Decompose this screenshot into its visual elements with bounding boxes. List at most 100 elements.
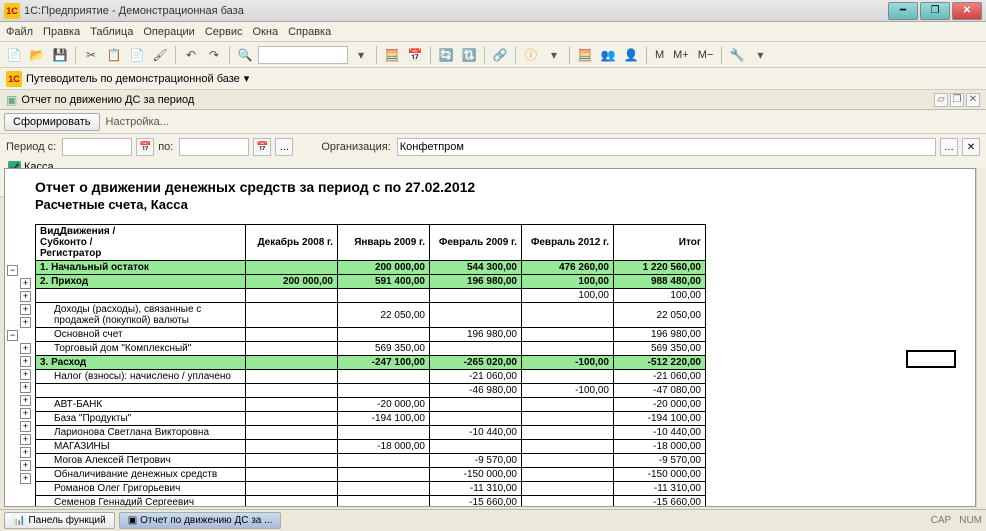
- calc2-icon[interactable]: 🧮: [575, 45, 595, 65]
- cut-icon[interactable]: ✂: [81, 45, 101, 65]
- cell: [522, 342, 614, 356]
- expand-icon[interactable]: +: [20, 317, 31, 328]
- expand-icon[interactable]: +: [20, 434, 31, 445]
- dropdown-icon[interactable]: ▾: [351, 45, 371, 65]
- cell: [522, 303, 614, 328]
- expand-icon[interactable]: −: [7, 330, 18, 341]
- menu-edit[interactable]: Правка: [43, 26, 80, 38]
- cell: [246, 468, 338, 482]
- calc-icon[interactable]: 🧮: [382, 45, 402, 65]
- redo-icon[interactable]: ↷: [204, 45, 224, 65]
- cell: 569 350,00: [338, 342, 430, 356]
- cube-icon: ▣: [6, 93, 17, 107]
- new-icon[interactable]: 📄: [4, 45, 24, 65]
- cell: [246, 342, 338, 356]
- table-row: Доходы (расходы), связанные с продажей (…: [36, 303, 706, 328]
- expand-icon[interactable]: +: [20, 447, 31, 458]
- report-task-button[interactable]: ▣Отчет по движению ДС за ...: [119, 512, 282, 529]
- menu-file[interactable]: Файл: [6, 26, 33, 38]
- link-icon[interactable]: 🔗: [490, 45, 510, 65]
- vertical-scrollbar[interactable]: [976, 168, 986, 507]
- dropdown3-icon[interactable]: ▾: [750, 45, 770, 65]
- menu-table[interactable]: Таблица: [90, 26, 133, 38]
- search-input[interactable]: [258, 46, 348, 64]
- date-to-input[interactable]: [179, 138, 249, 156]
- header-reg: Регистратор: [40, 248, 241, 259]
- period-picker-icon[interactable]: …: [275, 138, 293, 156]
- row-name: МАГАЗИНЫ: [36, 440, 246, 454]
- expand-icon[interactable]: +: [20, 356, 31, 367]
- calendar-icon[interactable]: 📅: [405, 45, 425, 65]
- tab-restore-icon[interactable]: ▱: [934, 93, 948, 107]
- org-clear-icon[interactable]: ✕: [962, 138, 980, 156]
- expand-icon[interactable]: +: [20, 382, 31, 393]
- paste-icon[interactable]: 📄: [127, 45, 147, 65]
- expand-icon[interactable]: +: [20, 278, 31, 289]
- org-select-icon[interactable]: …: [940, 138, 958, 156]
- expand-icon[interactable]: +: [20, 408, 31, 419]
- brush-icon[interactable]: 🖌: [150, 45, 170, 65]
- calendar-from-icon[interactable]: 📅: [136, 138, 154, 156]
- cell: -11 310,00: [430, 482, 522, 496]
- panel-button[interactable]: 📊Панель функций: [4, 512, 115, 529]
- close-button[interactable]: ✕: [952, 2, 982, 20]
- expand-icon[interactable]: +: [20, 343, 31, 354]
- table-row: Торговый дом "Комплексный"569 350,00569 …: [36, 342, 706, 356]
- col-1: Январь 2009 г.: [338, 225, 430, 261]
- menu-help[interactable]: Справка: [288, 26, 331, 38]
- search-icon[interactable]: 🔍: [235, 45, 255, 65]
- org-label: Организация:: [321, 141, 390, 153]
- people-icon[interactable]: 👥: [598, 45, 618, 65]
- expand-icon[interactable]: −: [7, 265, 18, 276]
- cell: -150 000,00: [614, 468, 706, 482]
- memory-m[interactable]: M: [652, 49, 667, 61]
- col-2: Февраль 2009 г.: [430, 225, 522, 261]
- menu-windows[interactable]: Окна: [253, 26, 279, 38]
- save-icon[interactable]: 💾: [50, 45, 70, 65]
- expand-icon[interactable]: +: [20, 473, 31, 484]
- table-row: Могов Алексей Петрович-9 570,00-9 570,00: [36, 454, 706, 468]
- date-from-input[interactable]: [62, 138, 132, 156]
- expand-icon[interactable]: +: [20, 421, 31, 432]
- status-num: NUM: [959, 515, 982, 526]
- maximize-button[interactable]: ❐: [920, 2, 950, 20]
- memory-mplus[interactable]: M+: [670, 49, 692, 61]
- expand-icon[interactable]: +: [20, 395, 31, 406]
- row-name: [36, 289, 246, 303]
- refresh-icon[interactable]: 🔄: [436, 45, 456, 65]
- expand-icon[interactable]: +: [20, 291, 31, 302]
- form-button[interactable]: Сформировать: [4, 113, 100, 131]
- calendar-to-icon[interactable]: 📅: [253, 138, 271, 156]
- refresh2-icon[interactable]: 🔃: [459, 45, 479, 65]
- cell: -21 060,00: [614, 370, 706, 384]
- menu-operations[interactable]: Операции: [143, 26, 194, 38]
- minimize-button[interactable]: ━: [888, 2, 918, 20]
- copy-icon[interactable]: 📋: [104, 45, 124, 65]
- dropdown2-icon[interactable]: ▾: [544, 45, 564, 65]
- tab-max-icon[interactable]: ❐: [950, 93, 964, 107]
- menu-service[interactable]: Сервис: [205, 26, 243, 38]
- person-icon[interactable]: 👤: [621, 45, 641, 65]
- undo-icon[interactable]: ↶: [181, 45, 201, 65]
- expand-icon[interactable]: +: [20, 304, 31, 315]
- cell: [246, 303, 338, 328]
- tab-close-icon[interactable]: ✕: [966, 93, 980, 107]
- table-row: -46 980,00-100,00-47 080,00: [36, 384, 706, 398]
- memory-mminus[interactable]: M−: [695, 49, 717, 61]
- help-icon[interactable]: ⓘ: [521, 45, 541, 65]
- wrench-icon[interactable]: 🔧: [727, 45, 747, 65]
- report-pane[interactable]: Отчет о движении денежных средств за пер…: [4, 168, 976, 507]
- cell: [522, 398, 614, 412]
- expand-icon[interactable]: +: [20, 460, 31, 471]
- org-input[interactable]: [397, 138, 936, 156]
- guide-link[interactable]: Путеводитель по демонстрационной базе: [26, 73, 240, 85]
- open-icon[interactable]: 📂: [27, 45, 47, 65]
- cell: [430, 412, 522, 426]
- cell: -10 440,00: [614, 426, 706, 440]
- settings-link[interactable]: Настройка...: [106, 116, 169, 128]
- cell: -194 100,00: [338, 412, 430, 426]
- cell: 200 000,00: [338, 261, 430, 275]
- guide-dropdown-icon[interactable]: ▾: [244, 72, 250, 85]
- cell: -265 020,00: [430, 356, 522, 370]
- expand-icon[interactable]: +: [20, 369, 31, 380]
